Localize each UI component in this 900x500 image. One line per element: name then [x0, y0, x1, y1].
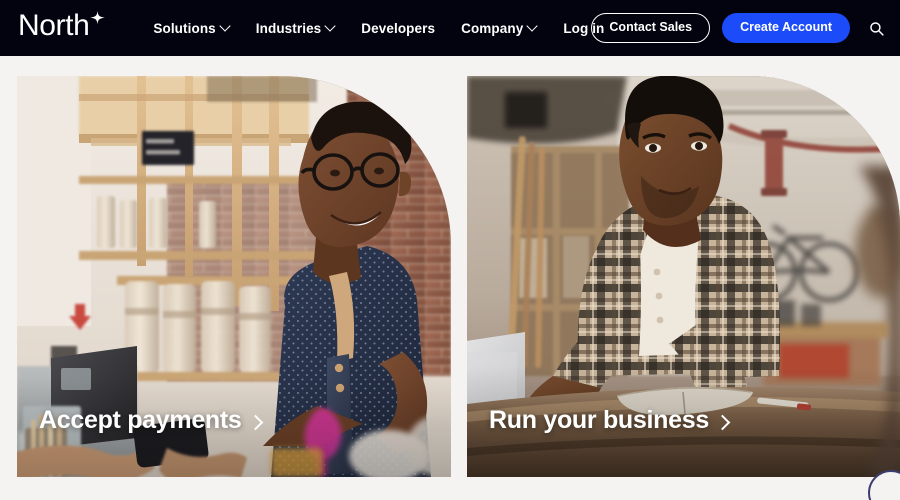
chevron-right-icon — [716, 415, 729, 428]
primary-nav-links: Solutions Industries Developers Company … — [153, 21, 604, 36]
run-your-business-cta[interactable]: Run your business — [489, 408, 729, 433]
brand-logo[interactable]: North — [18, 0, 106, 56]
card-label: Accept payments — [39, 406, 242, 434]
nav-item-company[interactable]: Company — [461, 21, 537, 36]
brand-name: North — [18, 9, 90, 42]
chevron-down-icon — [528, 22, 537, 31]
nav-item-industries[interactable]: Industries — [256, 21, 336, 36]
promo-card-run-your-business[interactable]: Run your business — [467, 76, 900, 477]
promo-card-row: Accept payments Run your business — [0, 76, 900, 477]
nav-item-label: Developers — [361, 20, 436, 36]
search-icon[interactable] — [864, 16, 888, 40]
nav-item-solutions[interactable]: Solutions — [153, 21, 229, 36]
nav-item-developers[interactable]: Developers — [361, 21, 435, 36]
contact-sales-button[interactable]: Contact Sales — [591, 13, 711, 43]
create-account-button[interactable]: Create Account — [722, 12, 850, 44]
nav-item-label: Company — [461, 20, 524, 36]
chevron-right-icon — [249, 415, 262, 428]
nav-item-label: Industries — [255, 20, 322, 36]
nav-item-label: Solutions — [153, 20, 216, 36]
accept-payments-cta[interactable]: Accept payments — [39, 408, 262, 433]
sparkle-icon — [90, 11, 106, 26]
chevron-down-icon — [221, 22, 230, 31]
top-navigation-bar: North Solutions Industries Developers Co… — [0, 0, 900, 56]
promo-card-accept-payments[interactable]: Accept payments — [17, 76, 451, 477]
card-label: Run your business — [489, 406, 709, 434]
nav-actions: Contact Sales Create Account — [591, 0, 900, 56]
chevron-down-icon — [326, 22, 335, 31]
